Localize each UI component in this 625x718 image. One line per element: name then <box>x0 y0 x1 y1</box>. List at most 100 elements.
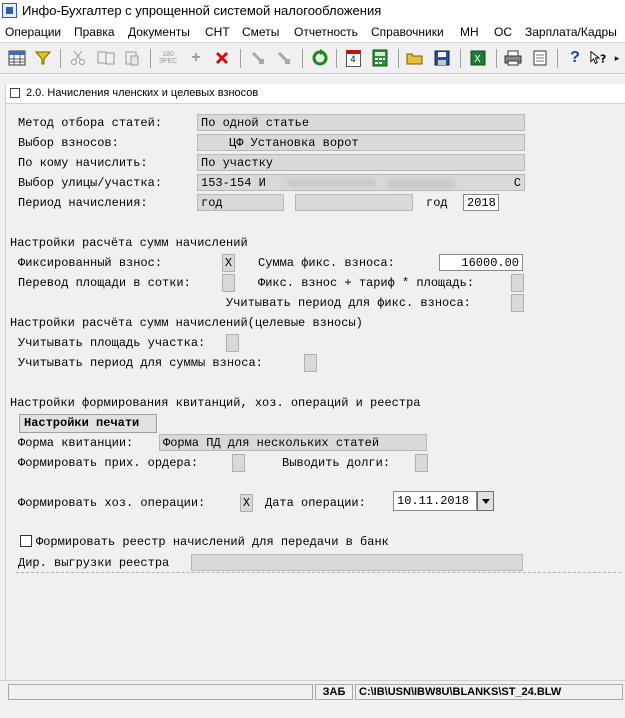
whom-field[interactable]: По участку <box>197 154 525 171</box>
date-field[interactable]: 10.11.2018 <box>393 491 477 511</box>
help-icon[interactable]: ? <box>565 48 585 68</box>
menu-documents[interactable]: Документы <box>128 25 190 39</box>
year-field[interactable]: 2018 <box>463 194 499 211</box>
menu-snt[interactable]: СНТ <box>205 25 230 39</box>
period-field[interactable]: год <box>197 194 284 211</box>
fixed-tariff-checkbox[interactable] <box>511 274 524 292</box>
context-help-icon[interactable]: ? <box>590 48 610 68</box>
divider <box>16 572 621 573</box>
add-icon[interactable]: + <box>186 48 206 68</box>
app-icon <box>2 3 17 18</box>
toolbar-separator <box>398 49 399 68</box>
fixed-tariff-label: Фикс. взнос + тариф * площадь: <box>258 276 475 290</box>
menu-bar: Операции Правка Документы СНТ Сметы Отче… <box>0 22 625 42</box>
date-dropdown-button[interactable] <box>477 491 494 511</box>
grid-icon[interactable] <box>7 48 27 68</box>
form-area: 2.0. Начисления членских и целевых взнос… <box>0 75 625 680</box>
registry-label: Формировать реестр начислений для переда… <box>36 535 389 549</box>
toolbar-overflow-icon[interactable]: ▸ <box>612 48 622 68</box>
tool2-icon[interactable] <box>274 48 294 68</box>
toolbar: 180 ЗРЕС + 4 X ? ? ▸ <box>0 42 625 74</box>
debts-label: Выводить долги: <box>282 456 391 470</box>
form-header: 2.0. Начисления членских и целевых взнос… <box>6 84 625 104</box>
registry-checkbox[interactable] <box>20 535 32 547</box>
save-icon[interactable] <box>432 48 452 68</box>
street-label: Выбор улицы/участка: <box>18 176 163 190</box>
calendar-icon[interactable]: 4 <box>343 48 363 68</box>
street-value-end: С <box>513 176 521 190</box>
excel-icon[interactable]: X <box>468 48 488 68</box>
method-label: Метод отбора статей: <box>18 116 163 130</box>
operations-checkbox[interactable]: X <box>240 494 253 512</box>
preview-icon[interactable] <box>530 48 550 68</box>
menu-reports[interactable]: Отчетность <box>294 25 358 39</box>
toolbar-separator <box>150 49 151 68</box>
period-fixed-label: Учитывать период для фикс. взноса: <box>226 296 471 310</box>
convert-area-label: Перевод площади в сотки: <box>18 276 191 290</box>
fixed-fee-label: Фиксированный взнос: <box>18 256 163 270</box>
menu-mn[interactable]: МН <box>460 25 479 39</box>
calculator-icon[interactable] <box>370 48 390 68</box>
status-bar: ЗАБ C:\IB\USN\IBW8U\BLANKS\ST_24.BLW <box>0 680 625 718</box>
tool-icon[interactable] <box>248 48 268 68</box>
period-sum-label: Учитывать период для суммы взноса: <box>18 356 263 370</box>
menu-os[interactable]: ОС <box>494 25 512 39</box>
receipt-form-field[interactable]: Форма ПД для нескольких статей <box>159 434 427 451</box>
whom-label: По кому начислить: <box>18 156 148 170</box>
menu-estimates[interactable]: Сметы <box>242 25 279 39</box>
paste-icon[interactable] <box>122 48 142 68</box>
section-calc-title: Настройки расчёта сумм начислений <box>10 236 248 250</box>
year-label: год <box>426 196 448 210</box>
redacted-area <box>286 178 376 187</box>
debts-checkbox[interactable] <box>415 454 428 472</box>
method-field[interactable]: По одной статье <box>197 114 525 131</box>
orders-checkbox[interactable] <box>232 454 245 472</box>
filter-icon[interactable] <box>33 48 53 68</box>
status-message <box>8 684 313 700</box>
section-target-title: Настройки расчёта сумм начислений(целевы… <box>10 316 363 330</box>
delete-icon[interactable] <box>212 48 232 68</box>
accruals-form: 2.0. Начисления членских и целевых взнос… <box>5 84 625 680</box>
menu-edit[interactable]: Правка <box>74 25 115 39</box>
period-extra-field[interactable] <box>295 194 413 211</box>
area-label: Учитывать площадь участка: <box>18 336 206 350</box>
registry-dir-field[interactable] <box>191 554 523 571</box>
calc-icon-number: 180 <box>162 51 174 58</box>
toolbar-separator <box>460 49 461 68</box>
redacted-area <box>386 179 456 188</box>
period-label: Период начисления: <box>18 196 148 210</box>
toolbar-separator <box>336 49 337 68</box>
toolbar-separator <box>496 49 497 68</box>
open-folder-icon[interactable] <box>405 48 425 68</box>
cut-icon[interactable] <box>68 48 88 68</box>
period-fixed-checkbox[interactable] <box>511 294 524 312</box>
street-value: 153-154 И <box>201 176 266 190</box>
fees-field[interactable]: ЦФ Установка ворот <box>197 134 525 151</box>
menu-references[interactable]: Справочники <box>371 25 444 39</box>
fees-label: Выбор взносов: <box>18 136 119 150</box>
copy-icon[interactable] <box>96 48 116 68</box>
section-receipts-title: Настройки формирования квитанций, хоз. о… <box>10 396 421 410</box>
calc-icon[interactable]: 180 ЗРЕС <box>158 48 178 68</box>
registry-dir-label: Дир. выгрузки реестра <box>18 556 170 570</box>
period-sum-checkbox[interactable] <box>304 354 317 372</box>
toolbar-separator <box>557 49 558 68</box>
status-mode: ЗАБ <box>315 684 353 700</box>
menu-operations[interactable]: Операции <box>5 25 61 39</box>
toolbar-separator <box>240 49 241 68</box>
window-title: Инфо-Бухгалтер с упрощенной системой нал… <box>22 3 382 18</box>
svg-text:?: ? <box>600 53 606 66</box>
fixed-fee-checkbox[interactable]: X <box>222 254 235 272</box>
date-label: Дата операции: <box>265 496 366 510</box>
status-path: C:\IB\USN\IBW8U\BLANKS\ST_24.BLW <box>355 684 623 700</box>
convert-area-checkbox[interactable] <box>222 274 235 292</box>
fixed-sum-label: Сумма фикс. взноса: <box>258 256 395 270</box>
form-title: 2.0. Начисления членских и целевых взнос… <box>26 87 259 99</box>
print-icon[interactable] <box>503 48 523 68</box>
refresh-icon[interactable] <box>310 48 330 68</box>
menu-payroll[interactable]: Зарплата/Кадры <box>525 25 617 39</box>
print-settings-button[interactable]: Настройки печати <box>19 414 157 433</box>
orders-label: Формировать прих. ордера: <box>18 456 199 470</box>
fixed-sum-field[interactable]: 16000.00 <box>439 254 523 271</box>
area-checkbox[interactable] <box>226 334 239 352</box>
